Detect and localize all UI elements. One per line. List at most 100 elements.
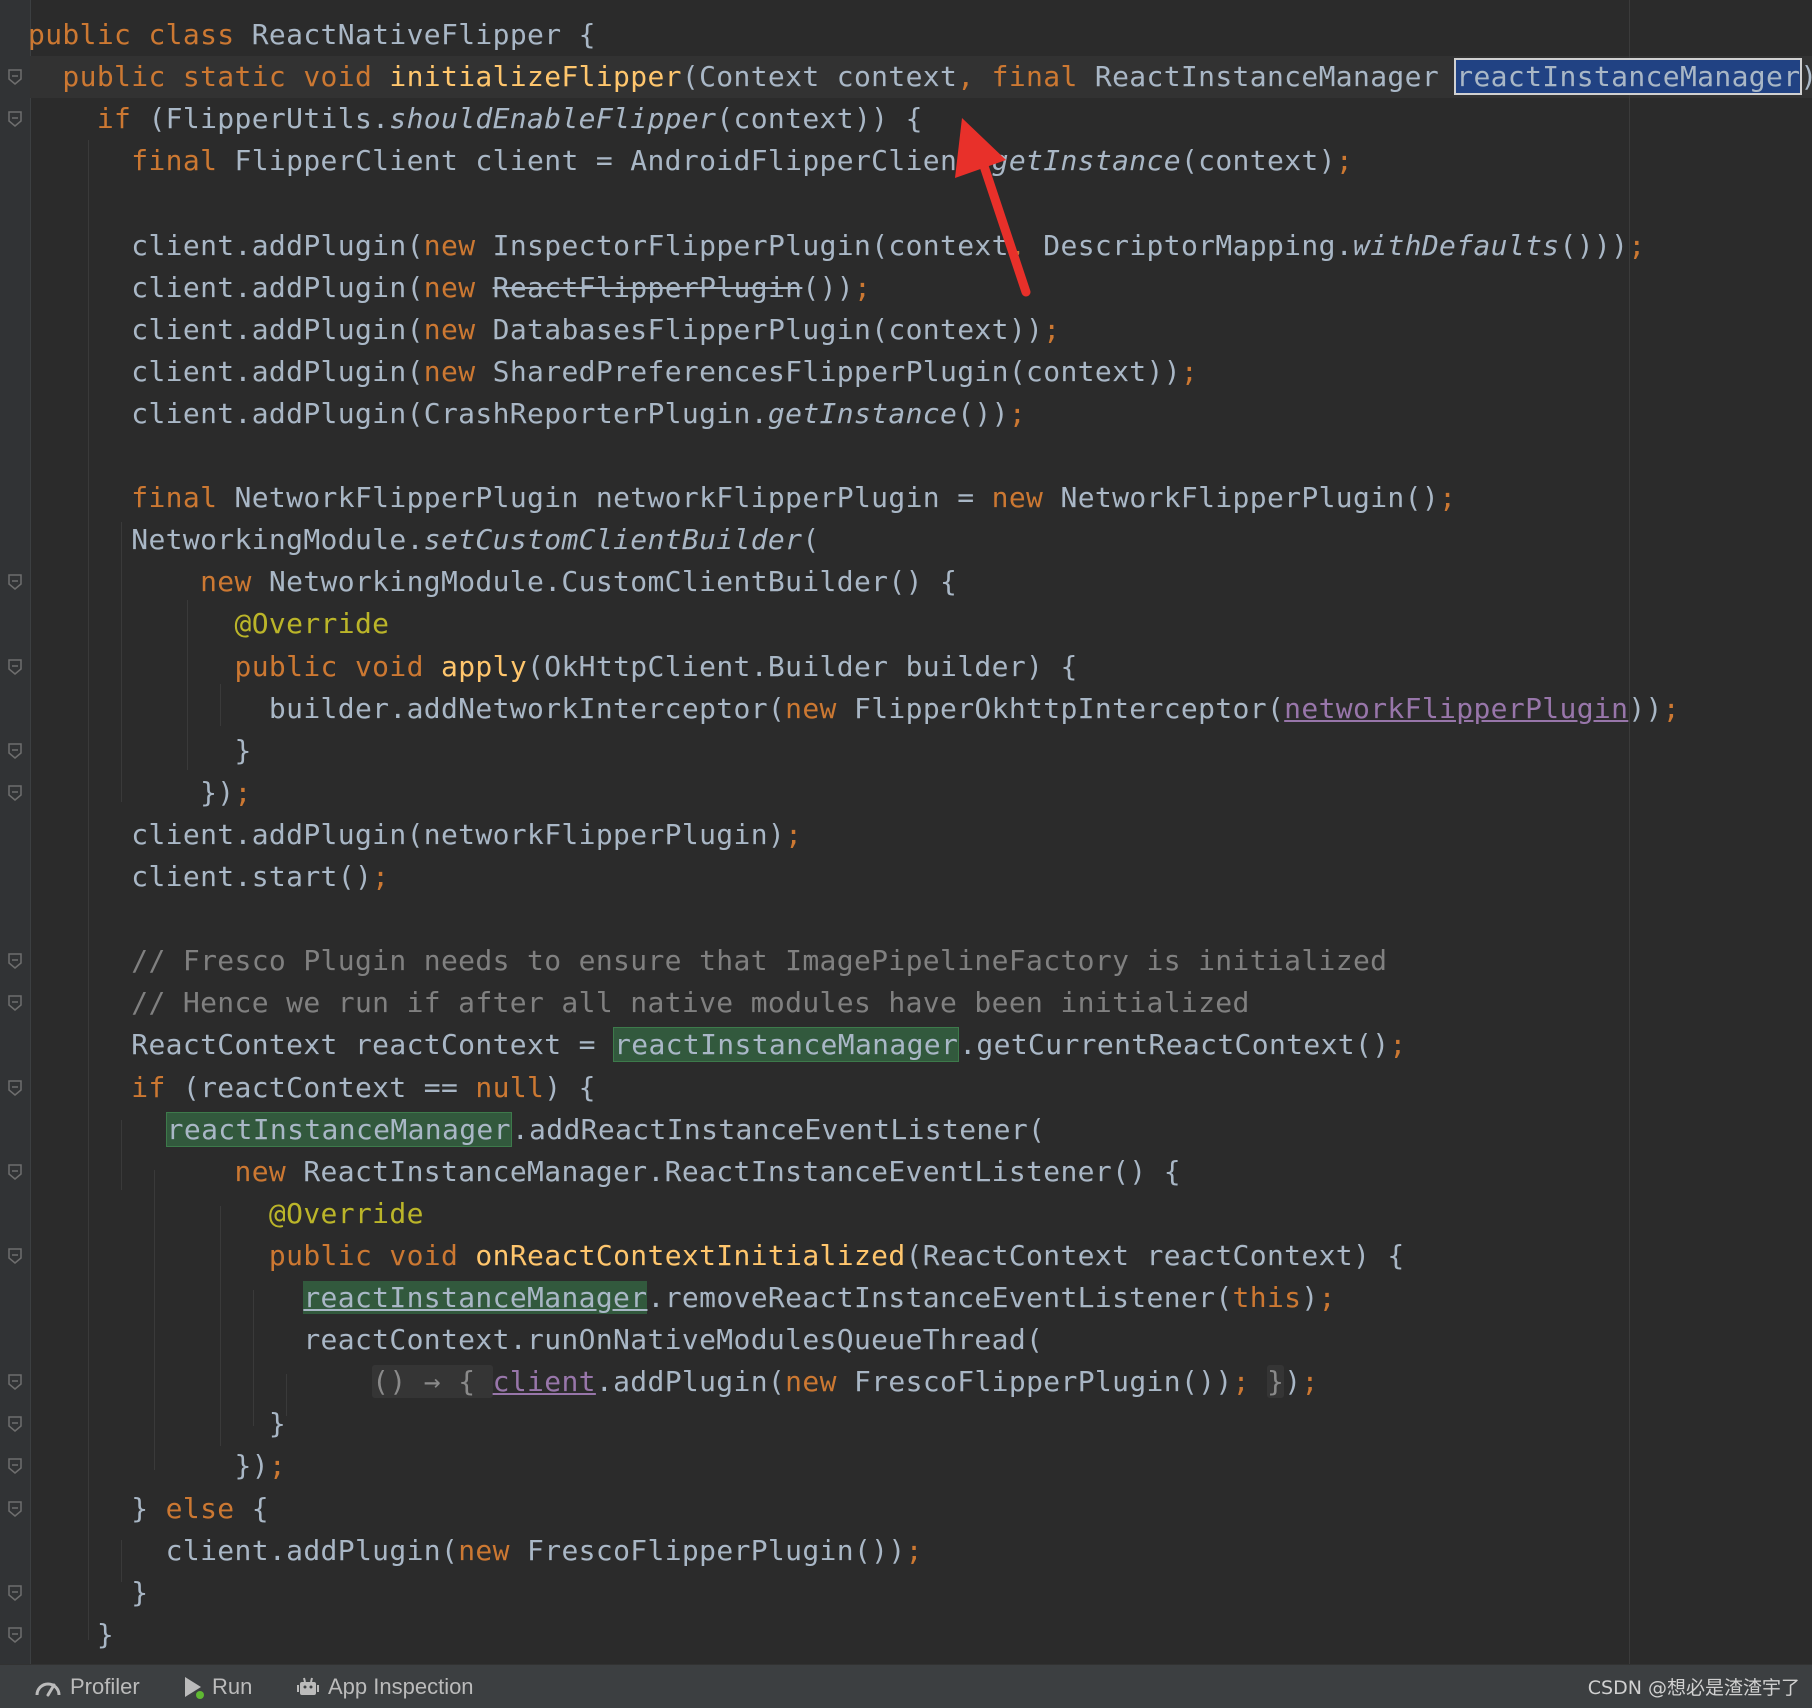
fold-marker-icon[interactable]: [8, 953, 22, 970]
code-line[interactable]: }: [28, 1614, 114, 1656]
code-line[interactable]: }: [28, 1403, 286, 1445]
code-line[interactable]: client.addPlugin(networkFlipperPlugin);: [28, 814, 802, 856]
code-token: ReactInstanceManager.ReactInstanceEventL…: [303, 1154, 1181, 1188]
code-line[interactable]: // Hence we run if after all native modu…: [28, 982, 1250, 1024]
robot-icon: [296, 1675, 320, 1699]
code-token: , final: [957, 60, 1095, 94]
code-token: ) {: [1800, 60, 1812, 93]
code-token: client.addPlugin(: [28, 312, 424, 346]
code-line[interactable]: final FlipperClient client = AndroidFlip…: [28, 140, 1353, 182]
code-line[interactable]: public static void initializeFlipper(Con…: [28, 56, 1812, 98]
fold-marker-icon[interactable]: [8, 1458, 22, 1475]
code-token: client: [492, 1365, 596, 1399]
code-token: (Context context: [681, 60, 958, 94]
fold-marker-icon[interactable]: [8, 1584, 22, 1601]
code-token: () → {: [372, 1365, 493, 1399]
code-line[interactable]: } else {: [28, 1488, 269, 1530]
code-line[interactable]: reactInstanceManager.addReactInstanceEve…: [28, 1109, 1045, 1151]
fold-marker-icon[interactable]: [8, 1163, 22, 1180]
run-button[interactable]: Run: [182, 1665, 252, 1708]
fold-marker-icon[interactable]: [8, 111, 22, 128]
code-line[interactable]: client.addPlugin(new FrescoFlipperPlugin…: [28, 1530, 923, 1572]
code-token: if: [28, 102, 149, 136]
code-token: ;: [905, 1533, 923, 1567]
code-token: ) {: [544, 1070, 596, 1104]
code-token: FlipperOkhttpInterceptor(: [853, 691, 1285, 725]
code-line[interactable]: if (FlipperUtils.shouldEnableFlipper(con…: [28, 98, 923, 140]
code-line[interactable]: @Override: [28, 603, 389, 645]
code-line[interactable]: public class ReactNativeFlipper {: [28, 14, 596, 56]
code-token: initializeFlipper: [389, 60, 682, 94]
fold-marker-icon[interactable]: [8, 1374, 22, 1391]
fold-marker-icon[interactable]: [8, 1416, 22, 1433]
code-token: DatabasesFlipperPlugin(context)): [492, 312, 1044, 346]
play-icon: [182, 1675, 204, 1699]
code-token: new: [28, 565, 269, 599]
profiler-label: Profiler: [70, 1674, 140, 1699]
code-token: }: [1267, 1365, 1285, 1399]
fold-marker-icon[interactable]: [8, 658, 22, 675]
app-inspection-button[interactable]: App Inspection: [296, 1665, 474, 1708]
code-token: ;: [1389, 1028, 1407, 1062]
code-line[interactable]: reactInstanceManager.removeReactInstance…: [28, 1277, 1336, 1319]
code-line[interactable]: @Override: [28, 1193, 424, 1235]
code-editor[interactable]: public class ReactNativeFlipper { public…: [0, 0, 1812, 1664]
code-line[interactable]: if (reactContext == null) {: [28, 1067, 596, 1109]
gauge-icon: [34, 1676, 62, 1698]
code-token: InspectorFlipperPlugin(context: [492, 228, 1009, 262]
code-token: ;: [1439, 481, 1457, 515]
code-token: apply: [440, 649, 528, 683]
code-line[interactable]: ReactContext reactContext = reactInstanc…: [28, 1024, 1407, 1066]
code-line[interactable]: client.start();: [28, 856, 389, 898]
code-token: ,: [1008, 228, 1044, 262]
code-line[interactable]: () → { client.addPlugin(new FrescoFlippe…: [28, 1361, 1319, 1403]
code-token: )): [1628, 691, 1663, 725]
code-line[interactable]: new ReactInstanceManager.ReactInstanceEv…: [28, 1151, 1181, 1193]
code-line[interactable]: client.addPlugin(new SharedPreferencesFl…: [28, 351, 1198, 393]
code-line[interactable]: reactContext.runOnNativeModulesQueueThre…: [28, 1319, 1043, 1361]
code-token: {: [251, 1491, 269, 1525]
code-token: reactInstanceManager: [303, 1281, 648, 1314]
code-line[interactable]: NetworkingModule.setCustomClientBuilder(: [28, 519, 820, 561]
code-token: (reactContext ==: [182, 1070, 476, 1104]
code-line[interactable]: });: [28, 772, 252, 814]
code-token: ReactFlipperPlugin: [492, 270, 803, 304]
code-line[interactable]: client.addPlugin(CrashReporterPlugin.get…: [28, 393, 1026, 435]
fold-marker-icon[interactable]: [8, 1248, 22, 1264]
code-token: withDefaults: [1353, 228, 1560, 262]
code-token: client.addPlugin(: [28, 1533, 459, 1567]
code-token: ;: [1628, 228, 1646, 262]
code-token: if: [28, 1070, 183, 1104]
fold-marker-icon[interactable]: [8, 1500, 22, 1517]
code-line[interactable]: // Fresco Plugin needs to ensure that Im…: [28, 940, 1387, 982]
code-token: FrescoFlipperPlugin()): [854, 1365, 1233, 1399]
code-token: public static void: [28, 60, 390, 94]
code-token: (OkHttpClient.Builder builder) {: [527, 649, 1078, 683]
code-line[interactable]: final NetworkFlipperPlugin networkFlippe…: [28, 477, 1456, 519]
code-line[interactable]: public void onReactContextInitialized(Re…: [28, 1235, 1405, 1277]
code-token: client.addPlugin(: [28, 354, 424, 388]
fold-marker-icon[interactable]: [8, 785, 22, 801]
fold-marker-icon[interactable]: [8, 1627, 22, 1643]
code-line[interactable]: builder.addNetworkInterceptor(new Flippe…: [28, 688, 1680, 730]
code-token: ;: [1662, 691, 1680, 725]
code-line[interactable]: client.addPlugin(new ReactFlipperPlugin(…: [28, 267, 871, 309]
code-line[interactable]: public void apply(OkHttpClient.Builder b…: [28, 646, 1078, 688]
fold-marker-icon[interactable]: [8, 574, 22, 591]
code-line[interactable]: client.addPlugin(new DatabasesFlipperPlu…: [28, 309, 1060, 351]
profiler-button[interactable]: Profiler: [34, 1665, 140, 1708]
code-line[interactable]: });: [28, 1445, 286, 1487]
csdn-watermark: CSDN @想必是渣渣宇了: [1587, 1677, 1800, 1699]
code-token: final: [28, 481, 235, 515]
code-token: ())): [1559, 228, 1629, 262]
code-token: reactInstanceManager: [165, 1111, 512, 1147]
fold-marker-icon[interactable]: [8, 69, 22, 86]
code-line[interactable]: }: [28, 1572, 148, 1614]
code-line[interactable]: new NetworkingModule.CustomClientBuilder…: [28, 561, 957, 603]
code-line[interactable]: }: [28, 730, 252, 772]
fold-marker-icon[interactable]: [8, 742, 22, 759]
fold-marker-icon[interactable]: [8, 995, 22, 1012]
code-token: ;: [1301, 1365, 1319, 1399]
fold-marker-icon[interactable]: [8, 1079, 22, 1096]
code-line[interactable]: client.addPlugin(new InspectorFlipperPlu…: [28, 225, 1646, 267]
